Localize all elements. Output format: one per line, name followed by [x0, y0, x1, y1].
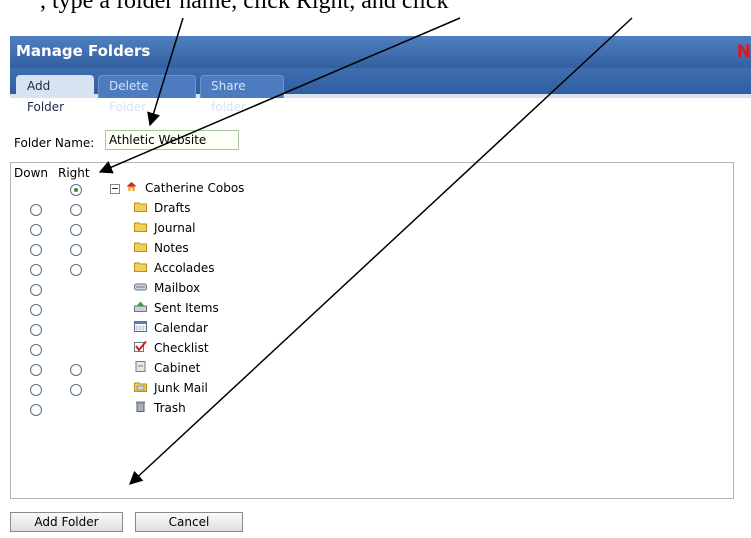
folder-icon: [134, 222, 147, 232]
notes-down-radio[interactable]: [30, 244, 42, 256]
folder-icon: [134, 202, 147, 212]
tree-item-label: Accolades: [154, 261, 215, 275]
dialog-titlebar: Manage Folders N: [10, 36, 751, 68]
journal-right-radio[interactable]: [70, 224, 82, 236]
home-icon: [126, 181, 137, 192]
cabinet-icon: [135, 361, 146, 372]
accolades-right-radio[interactable]: [70, 264, 82, 276]
journal-down-radio[interactable]: [30, 224, 42, 236]
folder-name-label: Folder Name:: [14, 136, 95, 150]
tree-item-label: Journal: [154, 221, 196, 235]
tree-item-label: Cabinet: [154, 361, 201, 375]
column-header-right: Right: [58, 166, 90, 180]
tab-delete-folder[interactable]: Delete Folder: [98, 75, 196, 114]
tab-bar: Add Folder Delete Folder Share folder: [10, 68, 751, 114]
tab-add-folder[interactable]: Add Folder: [16, 75, 94, 114]
notes-right-radio[interactable]: [70, 244, 82, 256]
mailbox-icon: [134, 283, 147, 291]
tree-item-label: Sent Items: [154, 301, 219, 315]
brand-logo: N: [736, 42, 751, 62]
tree-item-label: Mailbox: [154, 281, 201, 295]
checklist-icon: [134, 341, 147, 352]
column-header-down: Down: [14, 166, 49, 180]
cabinet-right-radio[interactable]: [70, 364, 82, 376]
cabinet-down-radio[interactable]: [30, 364, 42, 376]
sent-items-down-radio[interactable]: [30, 304, 42, 316]
tree-item-label: Drafts: [154, 201, 191, 215]
drafts-right-radio[interactable]: [70, 204, 82, 216]
mailbox-down-radio[interactable]: [30, 284, 42, 296]
folder-icon: [134, 262, 147, 272]
calendar-icon: [134, 321, 147, 332]
tree-item-label: Checklist: [154, 341, 209, 355]
accolades-down-radio[interactable]: [30, 264, 42, 276]
calendar-down-radio[interactable]: [30, 324, 42, 336]
tab-share-folder[interactable]: Share folder: [200, 75, 284, 114]
checklist-down-radio[interactable]: [30, 344, 42, 356]
instruction-text: , type a folder name, click Right, and c…: [40, 0, 449, 14]
trash-down-radio[interactable]: [30, 404, 42, 416]
tree-item-label: Notes: [154, 241, 189, 255]
drafts-down-radio[interactable]: [30, 204, 42, 216]
tree-root-label: Catherine Cobos: [145, 181, 245, 195]
dialog-title: Manage Folders: [16, 42, 151, 60]
folder-icon: [134, 242, 147, 252]
add-folder-button[interactable]: Add Folder: [10, 512, 123, 532]
trash-icon: [136, 401, 145, 412]
root-right-radio[interactable]: [70, 184, 82, 196]
folder-tree-panel: [10, 162, 734, 499]
junk-mail-right-radio[interactable]: [70, 384, 82, 396]
cancel-button[interactable]: Cancel: [135, 512, 243, 532]
junk-mail-icon: [134, 382, 147, 392]
junk-mail-down-radio[interactable]: [30, 384, 42, 396]
tree-item-label: Calendar: [154, 321, 208, 335]
tree-item-label: Junk Mail: [154, 381, 208, 395]
sent-items-icon: [134, 301, 147, 312]
folder-name-input[interactable]: [105, 130, 239, 150]
collapse-toggle[interactable]: [110, 184, 120, 194]
tree-item-label: Trash: [154, 401, 186, 415]
